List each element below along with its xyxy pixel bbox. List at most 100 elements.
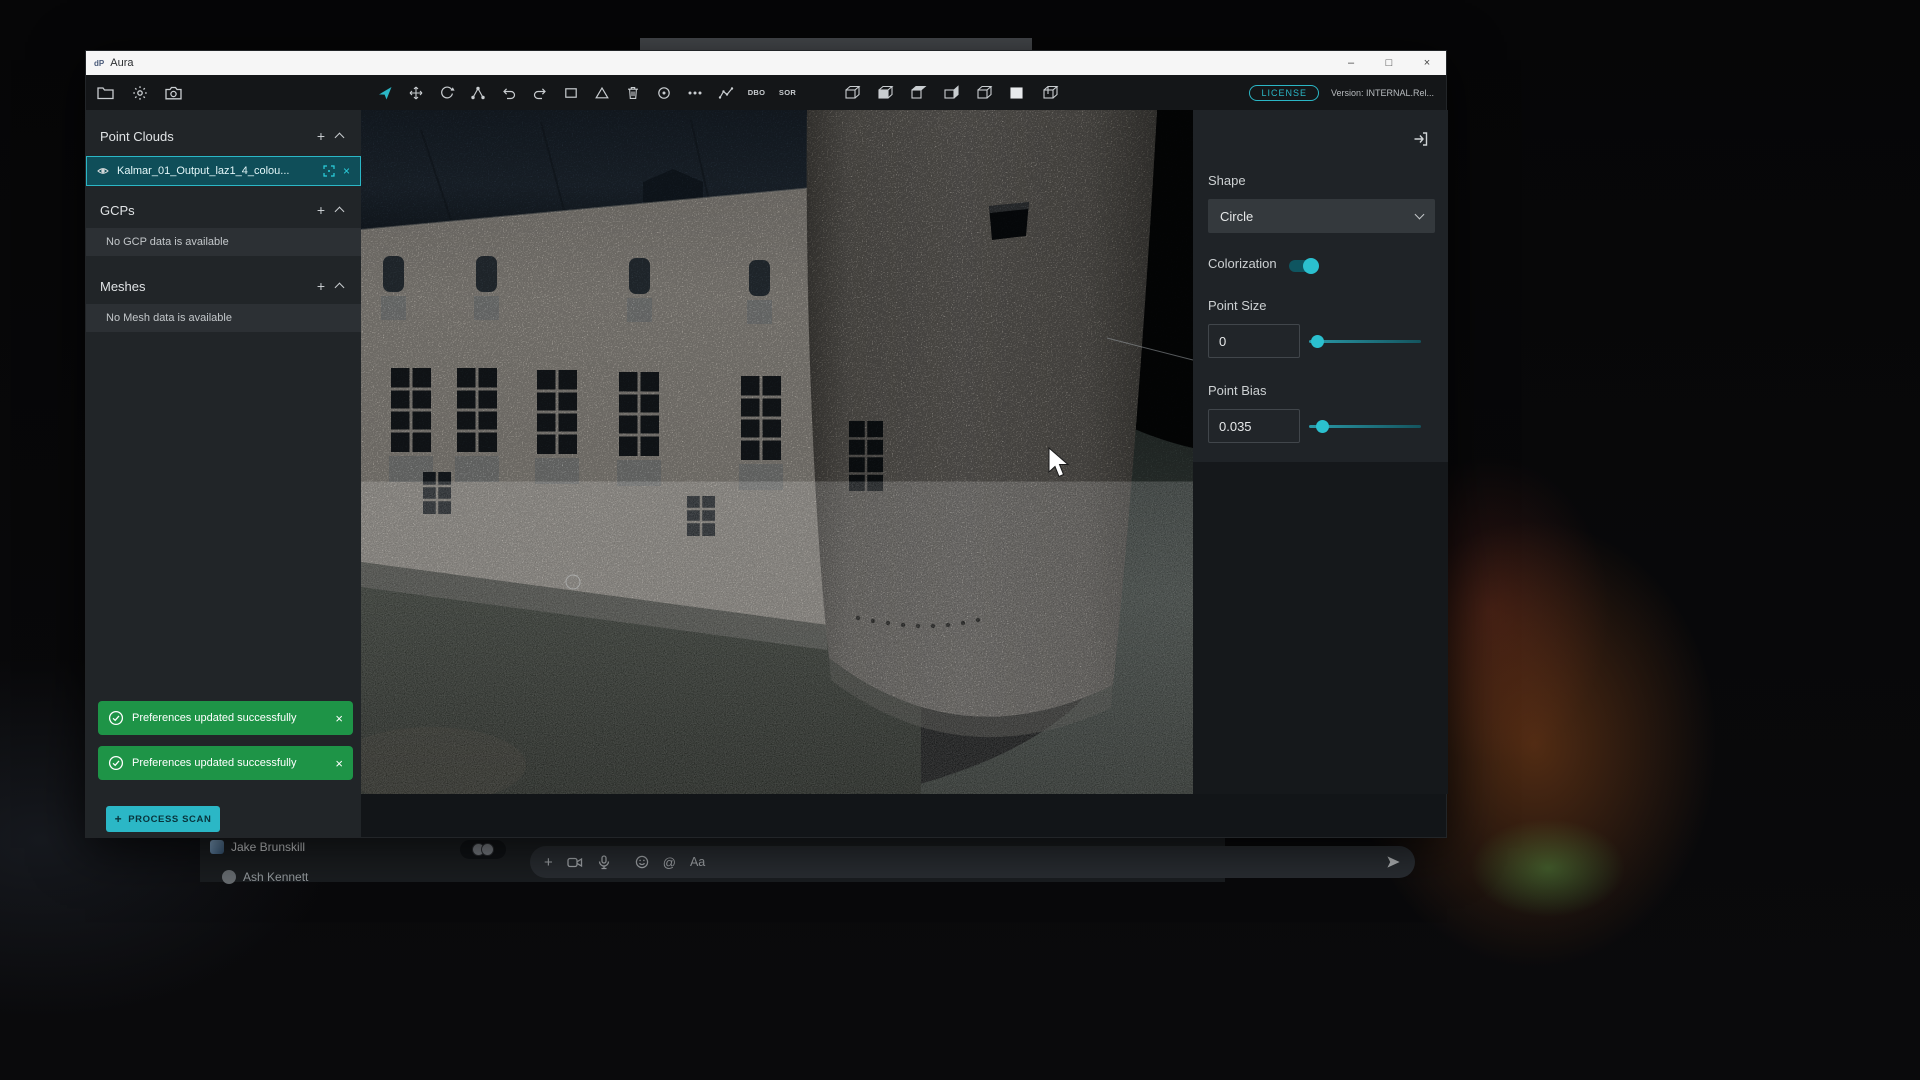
- point-clouds-title: Point Clouds: [100, 129, 310, 144]
- colorization-toggle[interactable]: [1289, 260, 1317, 272]
- point-bias-label: Point Bias: [1208, 383, 1267, 398]
- avatar: [222, 870, 236, 884]
- process-scan-button[interactable]: + PROCESS SCAN: [106, 806, 220, 832]
- rectangle-select-icon[interactable]: [560, 82, 581, 104]
- point-cloud-name: Kalmar_01_Output_laz1_4_colou...: [117, 165, 315, 177]
- colorization-label: Colorization: [1208, 256, 1277, 271]
- view-front-icon[interactable]: [874, 82, 895, 104]
- message-composer[interactable]: + @ Aa: [530, 846, 1415, 878]
- navigate-tool-icon[interactable]: [374, 82, 395, 104]
- chevron-down-icon: [1415, 210, 1425, 220]
- point-size-slider-thumb[interactable]: [1311, 335, 1324, 348]
- point-cloud-render: [361, 110, 1193, 794]
- sor-filter-icon[interactable]: SOR: [777, 82, 798, 104]
- point-bias-slider[interactable]: [1309, 425, 1421, 428]
- collapse-meshes-icon[interactable]: [335, 283, 345, 293]
- screenshot-camera-icon[interactable]: [163, 82, 184, 104]
- settings-gear-icon[interactable]: [129, 82, 150, 104]
- more-tools-ellipsis-icon[interactable]: [684, 82, 705, 104]
- render-settings-card: Shape Circle Colorization Point Size Poi…: [1193, 110, 1448, 462]
- titlebar[interactable]: dP Aura – □ ×: [86, 51, 1446, 75]
- focus-target-icon[interactable]: [323, 165, 335, 177]
- plus-icon: +: [115, 812, 123, 826]
- mention-icon[interactable]: @: [663, 855, 676, 870]
- view-iso-icon[interactable]: [841, 82, 862, 104]
- shape-value: Circle: [1220, 209, 1416, 224]
- collapse-panel-icon[interactable]: [1412, 130, 1430, 153]
- shape-label: Shape: [1208, 173, 1246, 188]
- orbit-tool-icon[interactable]: [436, 82, 457, 104]
- toast-notification: Preferences updated successfully ×: [98, 746, 353, 780]
- group-avatars-pill[interactable]: [460, 840, 506, 859]
- avatar: [481, 843, 494, 856]
- point-bias-input[interactable]: [1208, 409, 1300, 443]
- redo-icon[interactable]: [529, 82, 550, 104]
- mesh-empty-state: No Mesh data is available: [86, 304, 361, 332]
- contact-name: Ash Kennett: [243, 870, 308, 884]
- visibility-eye-icon[interactable]: [97, 165, 109, 177]
- success-check-icon: [108, 755, 124, 771]
- add-mesh-button[interactable]: +: [310, 278, 332, 294]
- toast-close-icon[interactable]: ×: [335, 711, 343, 726]
- success-check-icon: [108, 710, 124, 726]
- view-top-icon[interactable]: [907, 82, 928, 104]
- view-back-icon[interactable]: [973, 82, 994, 104]
- view-perspective-icon[interactable]: [1039, 82, 1060, 104]
- video-camera-icon[interactable]: [567, 856, 583, 869]
- pan-tool-icon[interactable]: [405, 82, 426, 104]
- section-point-clouds-header: Point Clouds +: [86, 118, 361, 154]
- polygon-select-icon[interactable]: [591, 82, 612, 104]
- chat-contact-row[interactable]: Jake Brunskill: [210, 840, 305, 854]
- point-picker-icon[interactable]: [653, 82, 674, 104]
- attach-plus-icon[interactable]: +: [544, 854, 553, 871]
- gcp-empty-state: No GCP data is available: [86, 228, 361, 256]
- collapse-gcps-icon[interactable]: [335, 207, 345, 217]
- point-size-slider[interactable]: [1309, 340, 1421, 343]
- toast-notification: Preferences updated successfully ×: [98, 701, 353, 735]
- point-cloud-item[interactable]: Kalmar_01_Output_laz1_4_colou... ×: [86, 156, 361, 186]
- send-icon[interactable]: [1386, 855, 1401, 869]
- view-ortho-icon[interactable]: [1006, 82, 1027, 104]
- process-scan-label: PROCESS SCAN: [128, 814, 211, 825]
- minimize-button[interactable]: –: [1332, 51, 1370, 75]
- viewport-3d[interactable]: [361, 110, 1193, 794]
- toast-message: Preferences updated successfully: [132, 712, 327, 724]
- version-label: Version: INTERNAL.Rel...: [1331, 88, 1434, 98]
- inspector-panel: Shape Circle Colorization Point Size Poi…: [1193, 110, 1448, 794]
- path-node-tool-icon[interactable]: [467, 82, 488, 104]
- avatar: [210, 840, 224, 854]
- emoji-icon[interactable]: [635, 855, 649, 869]
- toast-close-icon[interactable]: ×: [335, 756, 343, 771]
- add-point-cloud-button[interactable]: +: [310, 128, 332, 144]
- sidebar: Point Clouds + Kalmar_01_Output_laz1_4_c…: [86, 110, 361, 837]
- chat-contact-row[interactable]: Ash Kennett: [222, 870, 308, 884]
- license-badge[interactable]: LICENSE: [1249, 85, 1319, 101]
- contact-name: Jake Brunskill: [231, 840, 305, 854]
- format-text-icon[interactable]: Aa: [690, 855, 705, 869]
- add-gcp-button[interactable]: +: [310, 202, 332, 218]
- window-title: Aura: [110, 57, 133, 69]
- app-logo: dP: [94, 59, 104, 68]
- meshes-title: Meshes: [100, 279, 310, 294]
- dbo-filter-icon[interactable]: DBO: [746, 82, 767, 104]
- toast-message: Preferences updated successfully: [132, 757, 327, 769]
- point-bias-slider-thumb[interactable]: [1316, 420, 1329, 433]
- undo-icon[interactable]: [498, 82, 519, 104]
- gcps-title: GCPs: [100, 203, 310, 218]
- shape-dropdown[interactable]: Circle: [1208, 199, 1435, 233]
- point-size-input[interactable]: [1208, 324, 1300, 358]
- close-button[interactable]: ×: [1408, 51, 1446, 75]
- delete-trash-icon[interactable]: [622, 82, 643, 104]
- remove-point-cloud-icon[interactable]: ×: [343, 164, 350, 178]
- open-folder-icon[interactable]: [95, 82, 116, 104]
- collapse-point-clouds-icon[interactable]: [335, 133, 345, 143]
- aura-app-window: dP Aura – □ ×: [85, 50, 1447, 838]
- maximize-button[interactable]: □: [1370, 51, 1408, 75]
- microphone-icon[interactable]: [597, 855, 611, 870]
- section-meshes-header: Meshes +: [86, 268, 361, 304]
- main-toolbar: DBO SOR: [86, 75, 1446, 110]
- view-side-icon[interactable]: [940, 82, 961, 104]
- profile-line-tool-icon[interactable]: [715, 82, 736, 104]
- status-strip: [361, 794, 1446, 837]
- section-gcps-header: GCPs +: [86, 192, 361, 228]
